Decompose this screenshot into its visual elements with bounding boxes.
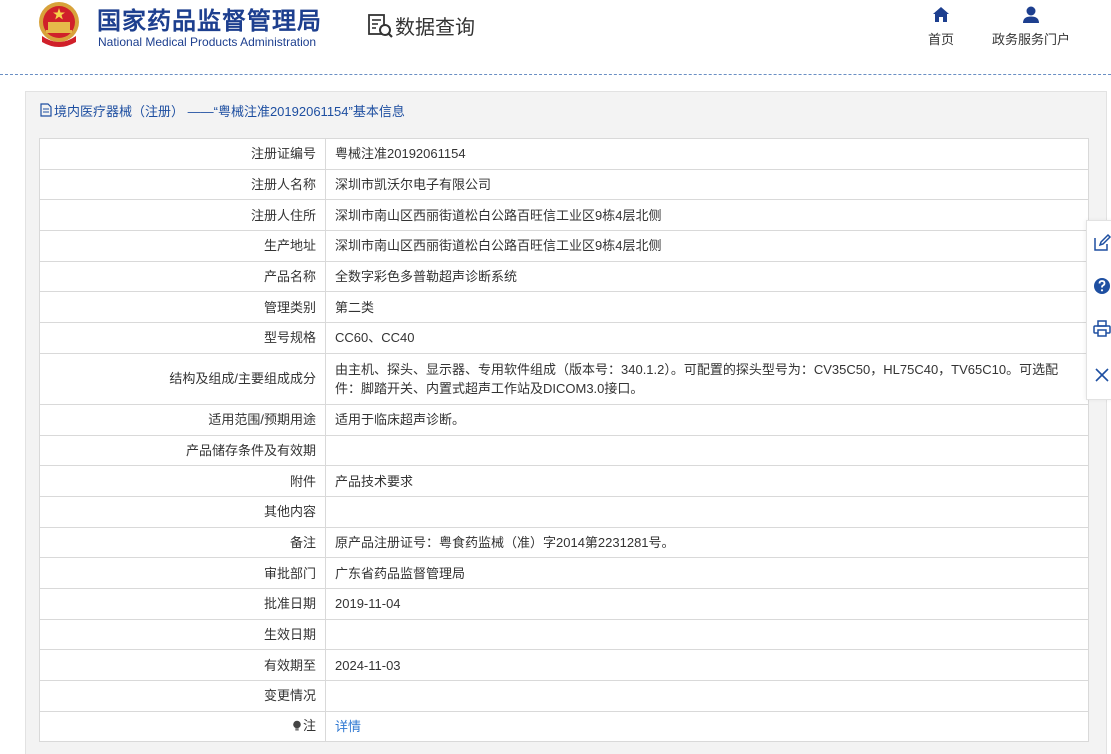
row-label: 附件 xyxy=(39,465,326,497)
row-value xyxy=(325,680,1089,712)
row-value xyxy=(325,495,1089,528)
row-value: CC60、CC40 xyxy=(325,322,1089,354)
nav-service-portal-label: 政务服务门户 xyxy=(991,32,1070,47)
close-icon[interactable] xyxy=(1092,365,1111,385)
row-label: 注册人住所 xyxy=(39,199,326,232)
table-row: 生效日期 xyxy=(39,618,1089,651)
registration-info-table: 注册证编号 粤械注准20192061154 注册人名称 深圳市凯沃尔电子有限公司… xyxy=(39,138,1089,743)
table-row: 型号规格 CC60、CC40 xyxy=(39,322,1089,354)
row-label: 有效期至 xyxy=(39,649,326,681)
row-label: 其他内容 xyxy=(39,495,326,528)
table-row: 产品名称 全数字彩色多普勒超声诊断系统 xyxy=(39,260,1089,293)
row-label: 产品储存条件及有效期 xyxy=(39,434,326,467)
data-query-icon xyxy=(368,14,393,38)
table-row: 注册人住所 深圳市南山区西丽街道松白公路百旺信工业区9栋4层北侧 xyxy=(39,199,1089,232)
row-value: 产品技术要求 xyxy=(325,465,1089,497)
row-label: 产品名称 xyxy=(39,260,326,293)
table-row: 注册人名称 深圳市凯沃尔电子有限公司 xyxy=(39,168,1089,201)
details-link[interactable]: 详情 xyxy=(335,719,361,734)
nav-home-label: 首页 xyxy=(927,32,954,47)
edit-icon[interactable] xyxy=(1092,233,1111,253)
table-row: 产品储存条件及有效期 xyxy=(39,434,1089,467)
brand-title-cn: 国家药品监督管理局 xyxy=(97,8,322,35)
row-label: 注册证编号 xyxy=(39,138,326,170)
national-emblem-icon xyxy=(39,2,79,47)
note-label-text: 注 xyxy=(302,718,316,734)
row-value: 广东省药品监督管理局 xyxy=(325,557,1089,589)
table-row: 附件 产品技术要求 xyxy=(39,465,1089,497)
row-label: 型号规格 xyxy=(39,322,326,354)
help-icon[interactable] xyxy=(1092,276,1111,296)
row-label: 审批部门 xyxy=(39,557,326,589)
panel-title: 境内医疗器械（注册） ——“粤械注准20192061154”基本信息 xyxy=(40,98,405,122)
row-value: 深圳市南山区西丽街道松白公路百旺信工业区9栋4层北侧 xyxy=(325,230,1089,262)
row-label: 备注 xyxy=(39,526,326,559)
data-query-link[interactable]: 数据查询 xyxy=(365,10,475,40)
row-label: 生效日期 xyxy=(39,618,326,651)
row-value: 全数字彩色多普勒超声诊断系统 xyxy=(325,260,1089,293)
table-row: 管理类别 第二类 xyxy=(39,291,1089,324)
row-value: 详情 xyxy=(325,710,1089,743)
row-label: 适用范围/预期用途 xyxy=(39,403,326,436)
row-value: 2019-11-04 xyxy=(325,587,1089,620)
brand-title-en: National Medical Products Administration xyxy=(98,35,317,49)
row-value: 原产品注册证号：粤食药监械（准）字2014第2231281号。 xyxy=(325,526,1089,559)
row-label: 生产地址 xyxy=(39,230,326,262)
table-row: 备注 原产品注册证号：粤食药监械（准）字2014第2231281号。 xyxy=(39,526,1089,559)
row-label: 管理类别 xyxy=(39,291,326,324)
header-divider xyxy=(0,74,1111,75)
row-value: 深圳市南山区西丽街道松白公路百旺信工业区9栋4层北侧 xyxy=(325,199,1089,232)
row-value: 2024-11-03 xyxy=(325,649,1089,681)
nav-home[interactable]: 首页 xyxy=(920,4,962,48)
document-icon xyxy=(40,103,52,117)
data-query-label: 数据查询 xyxy=(395,16,475,39)
table-row: 生产地址 深圳市南山区西丽街道松白公路百旺信工业区9栋4层北侧 xyxy=(39,230,1089,262)
row-value xyxy=(325,618,1089,651)
lightbulb-icon xyxy=(293,720,301,731)
table-row: 注册证编号 粤械注准20192061154 xyxy=(39,138,1089,170)
table-row: 其他内容 xyxy=(39,495,1089,528)
site-header: 国家药品监督管理局 National Medical Products Admi… xyxy=(0,0,1111,76)
note-label: 注 xyxy=(292,716,316,735)
row-value xyxy=(325,434,1089,467)
row-value: 第二类 xyxy=(325,291,1089,324)
row-label: 批准日期 xyxy=(39,587,326,620)
row-label: 变更情况 xyxy=(39,680,326,712)
row-value: 适用于临床超声诊断。 xyxy=(325,403,1089,436)
panel-title-text: 境内医疗器械（注册） ——“粤械注准20192061154”基本信息 xyxy=(54,103,405,119)
floating-toolbar xyxy=(1086,220,1111,400)
row-label: 结构及组成/主要组成成分 xyxy=(39,352,326,405)
table-row: 变更情况 xyxy=(39,680,1089,712)
table-row: 批准日期 2019-11-04 xyxy=(39,587,1089,620)
table-row: 有效期至 2024-11-03 xyxy=(39,649,1089,681)
user-icon xyxy=(1023,6,1039,23)
table-row: 结构及组成/主要组成成分 由主机、探头、显示器、专用软件组成（版本号：340.1… xyxy=(39,352,1089,405)
table-row: 审批部门 广东省药品监督管理局 xyxy=(39,557,1089,589)
row-value: 粤械注准20192061154 xyxy=(325,138,1089,170)
home-icon xyxy=(933,7,949,22)
row-value: 由主机、探头、显示器、专用软件组成（版本号：340.1.2）。可配置的探头型号为… xyxy=(325,352,1089,405)
table-row: 适用范围/预期用途 适用于临床超声诊断。 xyxy=(39,403,1089,436)
row-value: 深圳市凯沃尔电子有限公司 xyxy=(325,168,1089,201)
row-label: 注 xyxy=(39,710,326,743)
print-icon[interactable] xyxy=(1092,319,1111,339)
row-label: 注册人名称 xyxy=(39,168,326,201)
table-row-note: 注 详情 xyxy=(39,710,1089,743)
nav-service-portal[interactable]: 政务服务门户 xyxy=(985,4,1077,48)
